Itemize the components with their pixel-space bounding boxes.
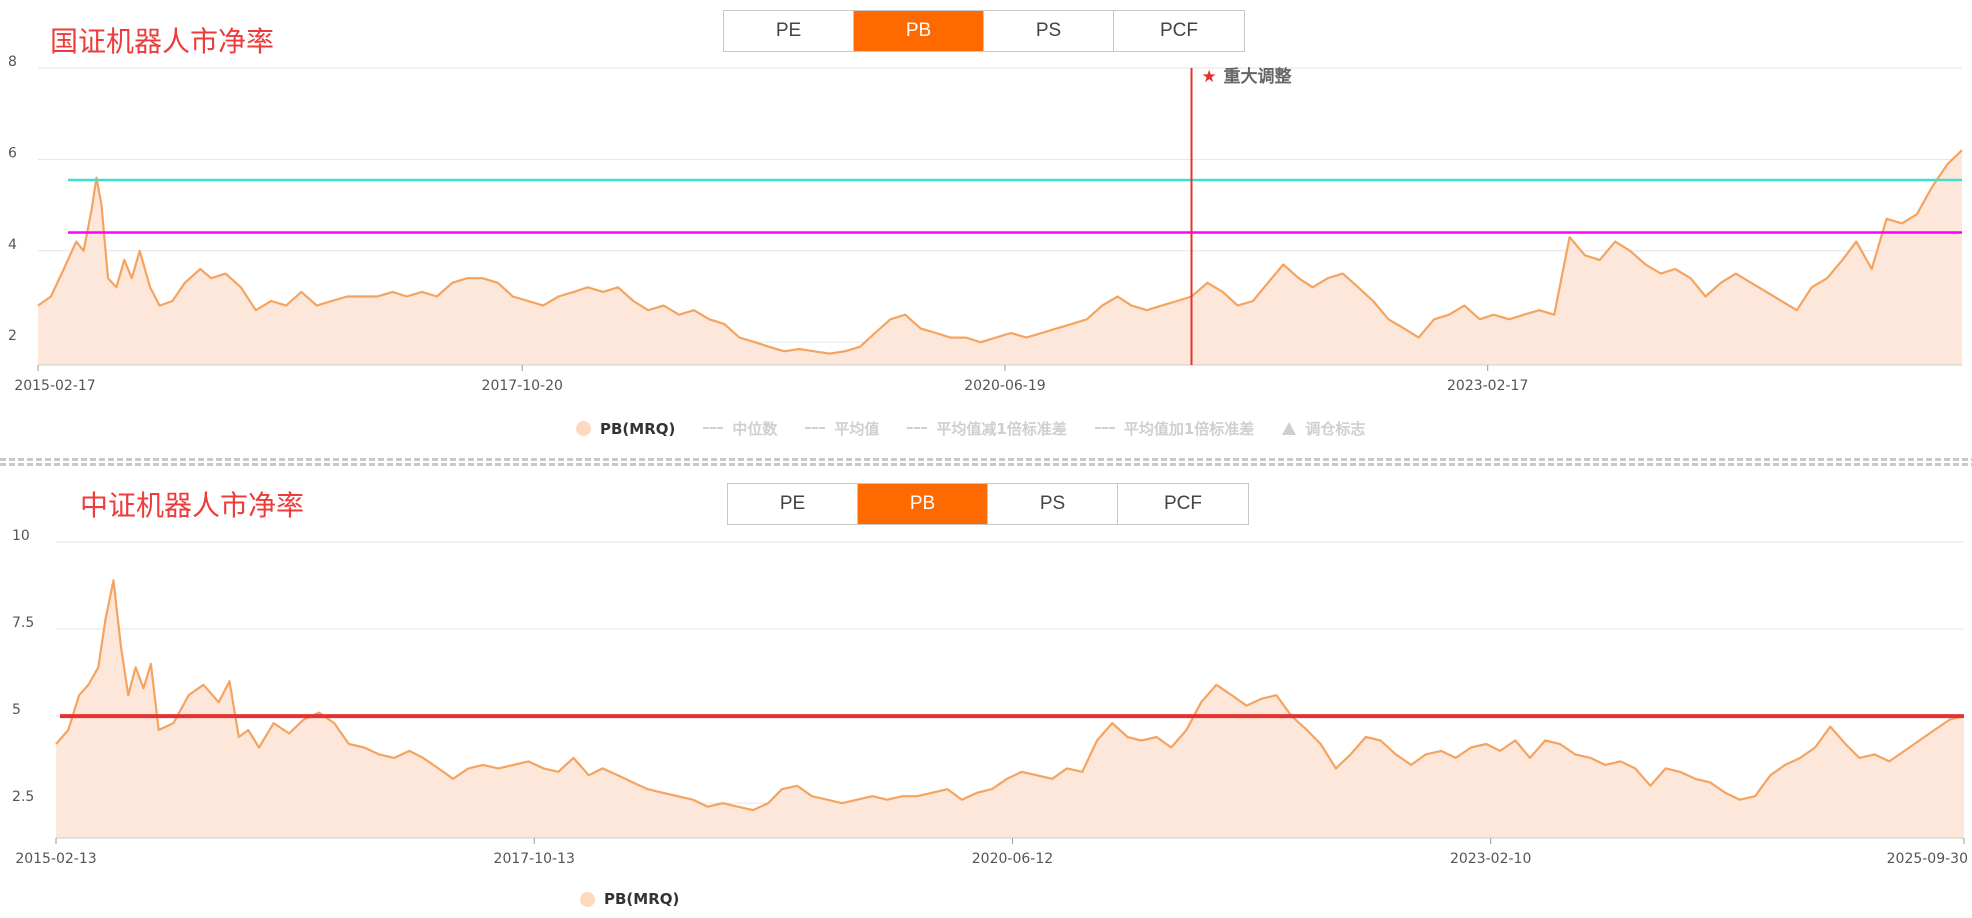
legend-dot-icon (580, 891, 595, 907)
bottom-legend: PB(MRQ) (580, 890, 707, 908)
tab-pb[interactable]: PB (854, 11, 984, 51)
top-chart-title: 国证机器人市净率 (50, 25, 275, 58)
top-metric-tabs: PE PB PS PCF (723, 10, 1245, 52)
y-tick-label: 2.5 (12, 789, 34, 805)
legend-label-pb: PB(MRQ) (600, 419, 676, 438)
x-tick-label: 2023-02-10 (1450, 851, 1531, 867)
bottom-chart: 2.5 5 7.5 10 2015-02-13 2017-10-13 2020-06-12 2… (12, 528, 1968, 867)
x-tick-label: 2020-06-19 (964, 378, 1045, 394)
tab-ps[interactable]: PS (984, 11, 1114, 51)
y-tick-label: 5 (12, 702, 21, 718)
legend-label-pb: PB(MRQ) (604, 890, 680, 908)
y-tick-label: 8 (8, 54, 17, 70)
triangle-icon (1282, 422, 1297, 435)
y-tick-label: 4 (8, 237, 17, 253)
legend-item-adjust-mark[interactable]: 调仓标志 (1282, 418, 1365, 439)
y-tick-label: 6 (8, 145, 17, 161)
pb-area (38, 150, 1962, 365)
legend-label-median: 中位数 (732, 420, 778, 438)
tab-ps[interactable]: PS (988, 484, 1118, 524)
x-tick-label: 2023-02-17 (1447, 378, 1528, 394)
legend-item-mean-minus-std[interactable]: 平均值减1倍标准差 (907, 418, 1067, 439)
x-tick-label: 2017-10-20 (482, 378, 563, 394)
tab-pe[interactable]: PE (728, 484, 858, 524)
x-tick-label: 2025-09-30 (1887, 851, 1968, 867)
legend-label-mean-plus-std: 平均值加1倍标准差 (1123, 420, 1255, 438)
legend-item-pb[interactable]: PB(MRQ) (580, 890, 679, 908)
x-tick-label: 2015-02-17 (14, 378, 95, 394)
legend-label-mean-minus-std: 平均值减1倍标准差 (936, 420, 1067, 438)
legend-item-mean[interactable]: 平均值 (805, 418, 879, 439)
legend-item-median[interactable]: 中位数 (703, 418, 777, 439)
legend-dash-icon (805, 426, 826, 431)
legend-item-pb[interactable]: PB(MRQ) (576, 420, 675, 438)
legend-label-mean: 平均值 (834, 420, 880, 438)
tab-pb[interactable]: PB (858, 484, 988, 524)
y-tick-label: 10 (12, 528, 30, 544)
y-tick-label: 7.5 (12, 615, 34, 631)
panel-separator (0, 458, 1972, 466)
legend-dash-icon (907, 426, 928, 431)
legend-item-mean-plus-std[interactable]: 平均值加1倍标准差 (1094, 418, 1255, 439)
legend-dot-icon (576, 421, 591, 436)
tab-pcf[interactable]: PCF (1114, 11, 1244, 51)
tab-pcf[interactable]: PCF (1118, 484, 1248, 524)
adjust-marker-label: 重大调整 (1224, 66, 1292, 87)
pb-area (56, 580, 1964, 838)
star-icon: ★ (1202, 67, 1217, 87)
tab-pe[interactable]: PE (724, 11, 854, 51)
top-chart: 2 4 6 8 2015-02-17 2017-10-20 2020-06-19 2023-0… (8, 54, 1963, 394)
x-tick-label: 2015-02-13 (15, 851, 96, 867)
bottom-metric-tabs: PE PB PS PCF (727, 483, 1249, 525)
bottom-chart-title: 中证机器人市净率 (80, 489, 305, 522)
y-tick-label: 2 (8, 328, 17, 344)
top-legend: PB(MRQ) 中位数 平均值 平均值减1倍标准差 平均值加1倍标准差 调仓标志 (576, 418, 1393, 439)
legend-dash-icon (703, 426, 724, 431)
top-chart-panel: 2 4 6 8 2015-02-17 2017-10-20 2020-06-19 2023-0… (0, 0, 1972, 456)
x-tick-label: 2020-06-12 (972, 851, 1053, 867)
legend-label-adjust-mark: 调仓标志 (1305, 420, 1366, 438)
x-tick-label: 2017-10-13 (494, 851, 575, 867)
bottom-chart-panel: 2.5 5 7.5 10 2015-02-13 2017-10-13 2020-06-12 2… (0, 470, 1972, 918)
legend-dash-icon (1094, 426, 1115, 431)
